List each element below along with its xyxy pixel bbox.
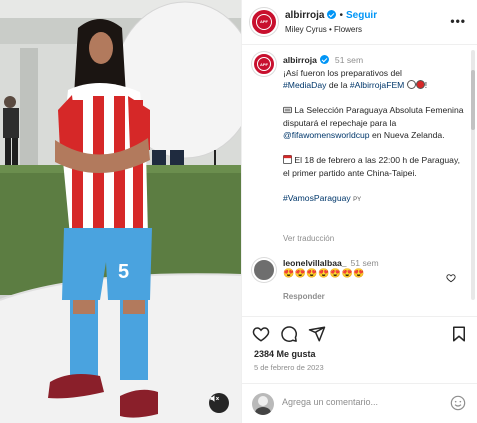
follow-button[interactable]: Seguir xyxy=(346,10,377,21)
post-details-panel: APF albirroja • Seguir Miley Cyrus • Flowe… xyxy=(241,0,477,423)
comment-bubble-icon[interactable] xyxy=(280,325,298,343)
like-heart-icon[interactable] xyxy=(252,325,270,343)
calendar-emoji-icon xyxy=(283,155,292,164)
emoji-picker-icon[interactable] xyxy=(450,395,466,411)
add-comment-bar xyxy=(242,383,477,423)
caption-line-1: ¡Así fueron los preparativos del xyxy=(283,67,402,78)
comments-section[interactable]: APF albirroja 51 sem ¡Así fueron los prep… xyxy=(242,45,477,315)
verified-badge-icon xyxy=(327,10,337,19)
comment-time: 51 sem xyxy=(350,258,379,268)
mute-button[interactable] xyxy=(209,393,229,413)
caption-exclaim: ! xyxy=(424,80,428,90)
author-username[interactable]: albirroja xyxy=(285,10,324,21)
author-line: albirroja • Seguir xyxy=(285,10,378,21)
comment-input[interactable] xyxy=(282,397,432,407)
post-date: 5 de febrero de 2023 xyxy=(254,363,324,372)
caption-author-avatar[interactable]: APF xyxy=(252,52,276,76)
caption-text: albirroja 51 sem ¡Así fueron los preparat… xyxy=(283,54,468,206)
mention-fifawomensworldcup[interactable]: @fifawomensworldcup xyxy=(283,130,370,140)
current-user-avatar xyxy=(252,393,274,415)
caption-time: 51 sem xyxy=(334,55,364,65)
media-photo: 5 xyxy=(0,0,241,423)
save-bookmark-icon[interactable] xyxy=(450,325,468,343)
comment-text: 😍😍😍😍😍😍😍 xyxy=(283,268,365,278)
caption-connector: de la xyxy=(326,80,350,90)
jersey-number: 5 xyxy=(118,261,129,283)
comment-header: leonelvillalbaa_ 51 sem xyxy=(283,258,379,268)
stadium-emoji-icon xyxy=(283,106,292,114)
audio-track-label[interactable]: Miley Cyrus • Flowers xyxy=(285,25,362,34)
flag-py-icon: PY xyxy=(353,196,362,203)
white-circle-emoji-icon xyxy=(406,80,416,89)
comments-scrollbar[interactable] xyxy=(471,50,475,300)
author-avatar[interactable]: APF xyxy=(250,8,278,36)
more-options-icon[interactable]: ••• xyxy=(450,14,466,28)
caption-paragraph-3: El 18 de febrero a las 22:00 h de Paragu… xyxy=(283,155,461,178)
caption-username[interactable]: albirroja xyxy=(283,55,317,65)
likes-count[interactable]: 2384 Me gusta xyxy=(254,349,316,359)
verified-badge-icon xyxy=(319,55,329,64)
speaker-muted-icon xyxy=(210,395,219,402)
caption-paragraph-2-end: en Nueva Zelanda. xyxy=(369,130,445,140)
commenter-username[interactable]: leonelvillalbaa_ xyxy=(283,258,347,268)
hashtag-mediaday[interactable]: #MediaDay xyxy=(283,80,326,90)
share-send-icon[interactable] xyxy=(308,325,326,343)
scrollbar-thumb[interactable] xyxy=(471,70,475,130)
commenter-avatar[interactable] xyxy=(252,258,276,282)
caption-paragraph-2-start: La Selección Paraguaya Absoluta Femenina… xyxy=(283,105,464,128)
like-comment-heart-icon[interactable] xyxy=(446,273,456,283)
hashtag-vamosparaguay[interactable]: #VamosParaguay xyxy=(283,193,351,203)
post-header: APF albirroja • Seguir Miley Cyrus • Flowe… xyxy=(242,0,477,45)
red-circle-emoji-icon xyxy=(415,80,425,89)
see-translation-link[interactable]: Ver traducción xyxy=(283,234,334,243)
reply-link[interactable]: Responder xyxy=(283,292,325,301)
hashtag-albirrojafem[interactable]: #AlbirrojaFEM xyxy=(350,80,404,90)
post-media[interactable]: 5 xyxy=(0,0,241,423)
action-bar xyxy=(242,316,477,350)
